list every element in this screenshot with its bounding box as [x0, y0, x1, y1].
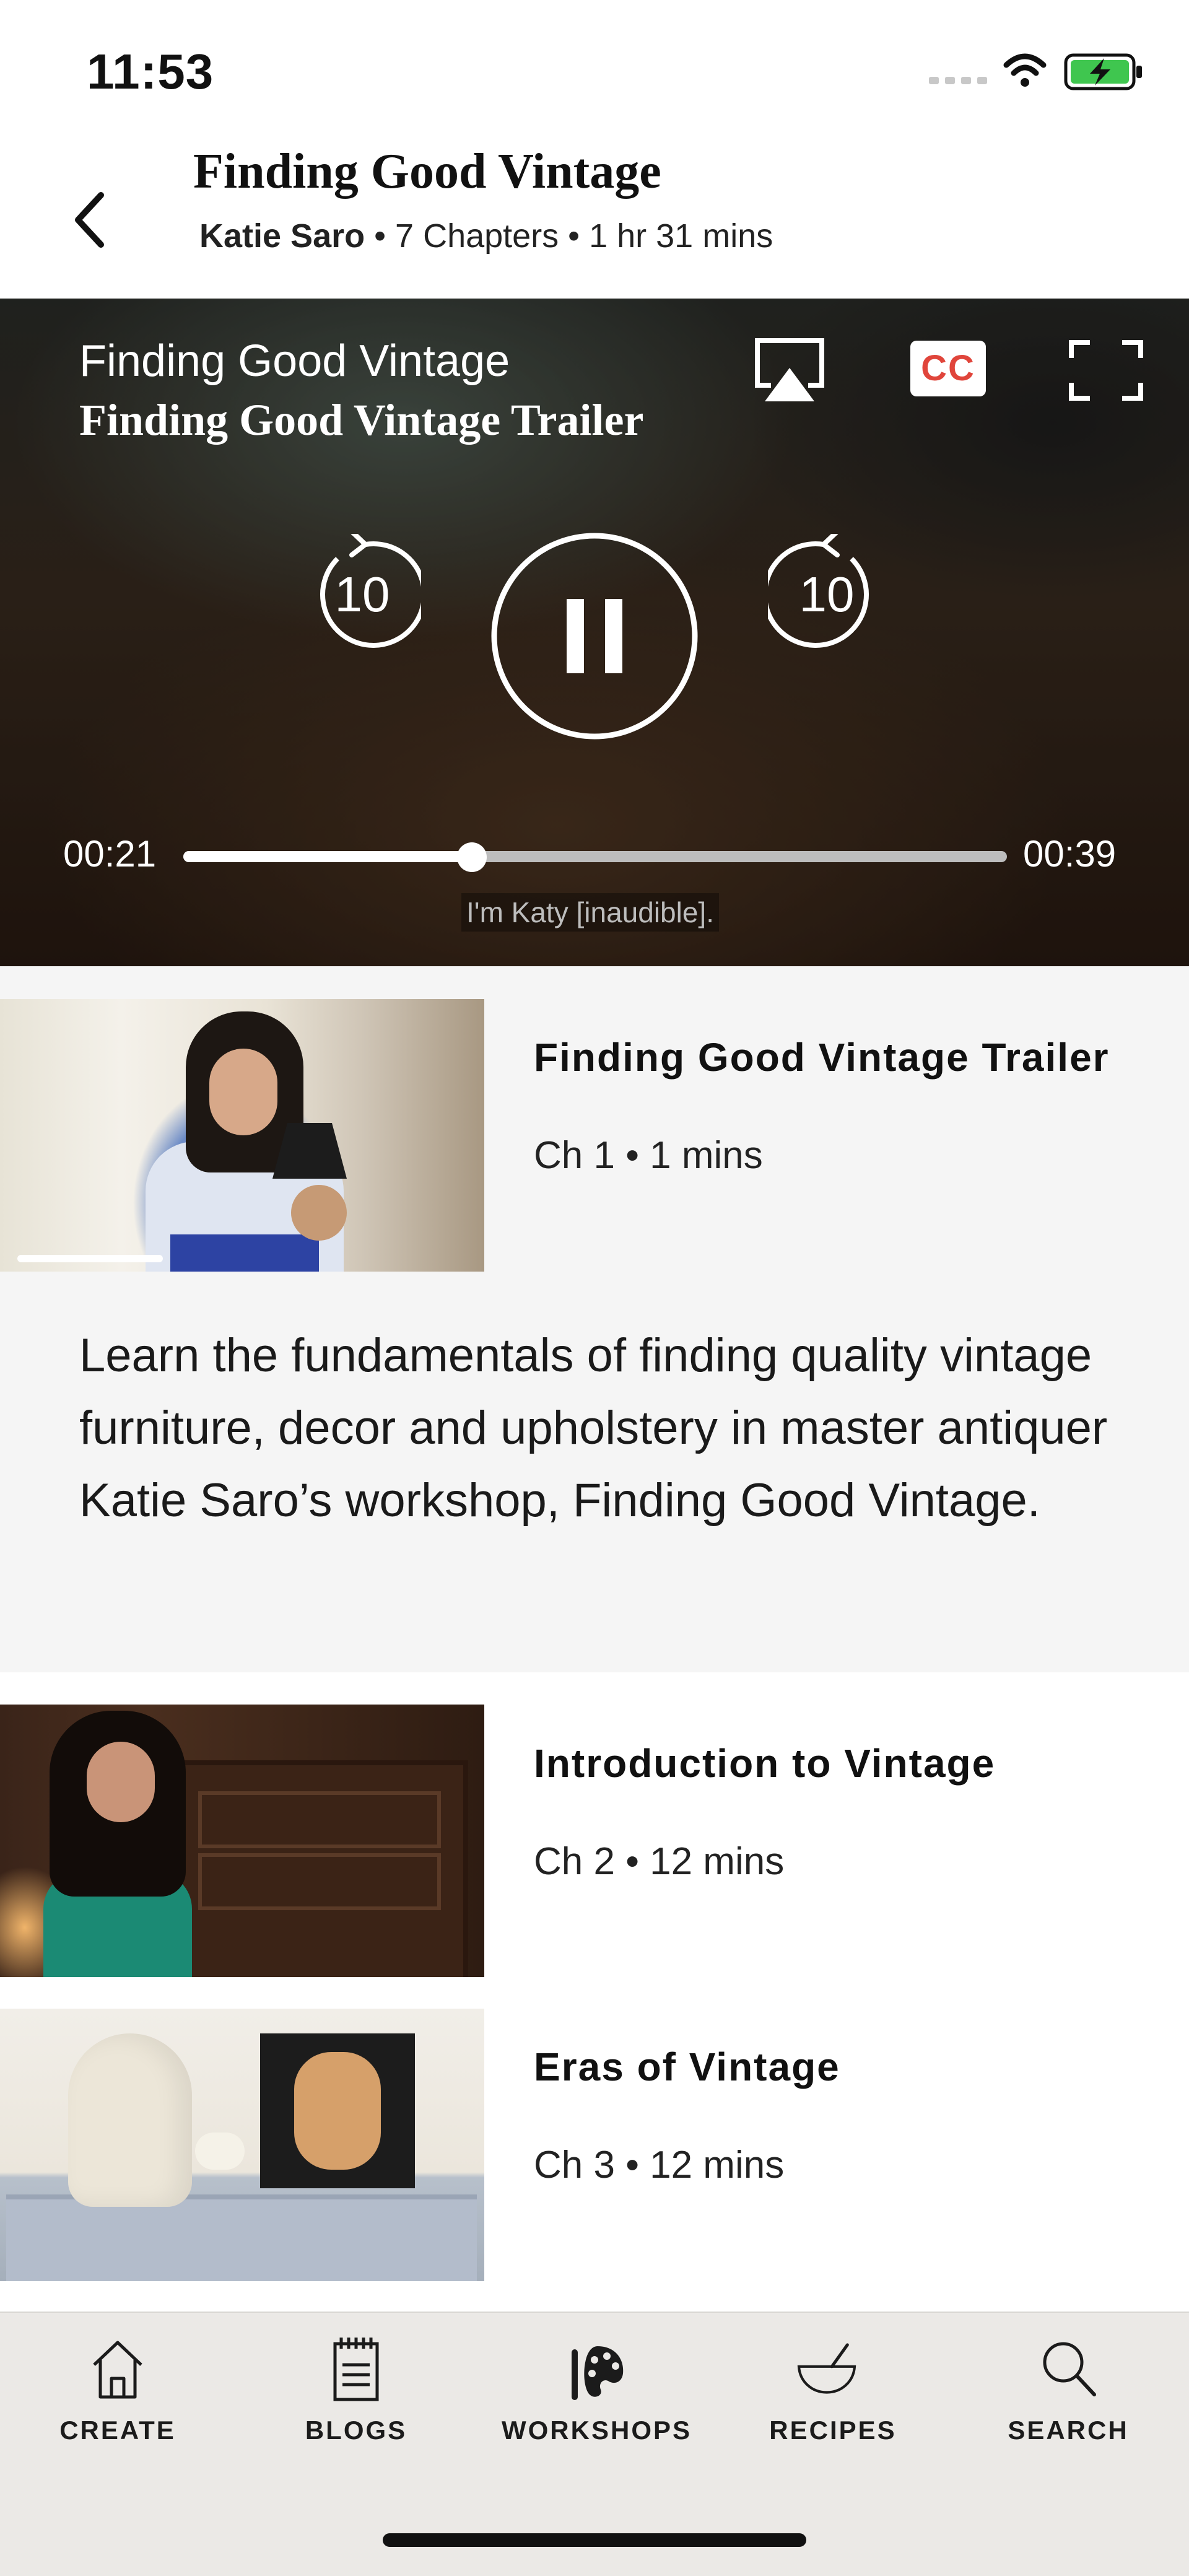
- course-description: Learn the fundamentals of finding qualit…: [79, 1329, 1108, 1527]
- chapter-2-meta: Ch 2 • 12 mins: [534, 1840, 785, 1883]
- thumb-shell: [291, 1185, 347, 1241]
- thumb-figure-skirt: [170, 1234, 319, 1272]
- tab-create[interactable]: CREATE: [25, 2335, 211, 2471]
- tab-recipes-label: RECIPES: [769, 2416, 897, 2445]
- current-time: 00:21: [63, 833, 157, 875]
- notepad-icon: [333, 2338, 379, 2401]
- video-player[interactable]: Finding Good Vintage Finding Good Vintag…: [0, 299, 1189, 966]
- palette-icon: [572, 2346, 624, 2400]
- skip-forward-10-icon[interactable]: 10: [768, 534, 886, 652]
- thumb-figure-face: [209, 1049, 277, 1135]
- duration: 00:39: [1023, 833, 1117, 875]
- thumb-dresser: [6, 2194, 477, 2281]
- tab-create-label: CREATE: [59, 2416, 176, 2445]
- course-meta: Katie Saro • 7 Chapters • 1 hr 31 mins: [199, 217, 773, 255]
- chapter-1-title[interactable]: Finding Good Vintage Trailer: [534, 1034, 1110, 1080]
- wifi-icon: [1003, 53, 1047, 87]
- tab-search[interactable]: SEARCH: [975, 2335, 1161, 2471]
- status-time: 11:53: [87, 44, 214, 99]
- seek-bar-progress: [183, 851, 472, 862]
- chapter-1-meta: Ch 1 • 1 mins: [534, 1134, 763, 1177]
- tab-workshops-label: WORKSHOPS: [502, 2416, 692, 2445]
- tab-blogs-label: BLOGS: [305, 2416, 407, 2445]
- back-chevron-icon[interactable]: [67, 186, 110, 254]
- bowl-icon: [797, 2343, 856, 2394]
- skip-back-10-icon[interactable]: 10: [303, 534, 421, 652]
- chapter-3-thumbnail[interactable]: [0, 2009, 484, 2281]
- thumb-flowers: [195, 2133, 245, 2170]
- thumb-drawer: [198, 1853, 441, 1910]
- house-icon: [93, 2341, 142, 2399]
- course-title: Finding Good Vintage: [193, 144, 661, 199]
- battery-icon: [1064, 53, 1142, 90]
- seek-handle[interactable]: [456, 842, 487, 872]
- chapter-1-thumbnail[interactable]: [0, 999, 484, 1272]
- thumb-figure-face: [87, 1742, 155, 1822]
- pause-icon: [567, 599, 584, 673]
- tab-blogs[interactable]: BLOGS: [263, 2335, 449, 2471]
- fullscreen-icon[interactable]: [1068, 339, 1144, 401]
- chapter-2-title[interactable]: Introduction to Vintage: [534, 1740, 995, 1786]
- subtitle-caption: I'm Katy [inaudible].: [461, 893, 719, 932]
- author-name: Katie Saro: [199, 217, 365, 255]
- chapter-1-watch-progress: [17, 1255, 163, 1262]
- thumb-bust: [68, 2033, 192, 2207]
- chapter-2-thumbnail[interactable]: [0, 1705, 484, 1977]
- home-indicator[interactable]: [383, 2533, 806, 2547]
- pause-button[interactable]: [489, 531, 700, 741]
- tab-recipes[interactable]: RECIPES: [740, 2335, 926, 2471]
- chapter-3-meta: Ch 3 • 12 mins: [534, 2144, 785, 2186]
- player-chapter-title: Finding Good Vintage Trailer: [79, 395, 644, 445]
- search-icon: [1043, 2342, 1096, 2396]
- course-stats: • 7 Chapters • 1 hr 31 mins: [374, 217, 773, 255]
- closed-captions-button[interactable]: CC: [910, 341, 986, 396]
- tab-workshops[interactable]: WORKSHOPS: [502, 2335, 692, 2471]
- airplay-icon[interactable]: [752, 337, 827, 405]
- thumb-painting-face: [294, 2052, 381, 2170]
- chapter-3-title[interactable]: Eras of Vintage: [534, 2044, 840, 2090]
- signal-icon: [929, 77, 987, 84]
- thumb-drawer: [198, 1791, 441, 1848]
- player-course-title: Finding Good Vintage: [79, 336, 510, 386]
- skip-back-label: 10: [335, 567, 390, 622]
- tab-search-label: SEARCH: [1008, 2416, 1129, 2445]
- skip-forward-label: 10: [799, 567, 855, 622]
